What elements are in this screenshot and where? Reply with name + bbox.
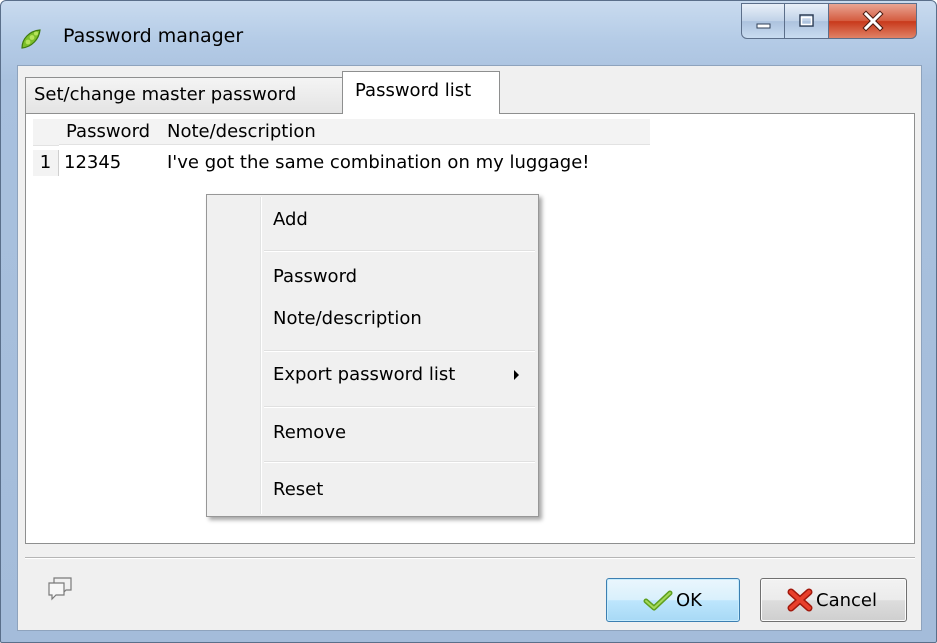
ok-button[interactable]: OK (606, 578, 740, 622)
minimize-icon (756, 23, 771, 29)
password-cell[interactable]: 12345 (64, 148, 121, 178)
menu-item-password[interactable]: Password (210, 260, 535, 294)
ok-button-label: OK (676, 589, 702, 611)
table-row[interactable]: 1 12345 I've got the same combination on… (26, 148, 726, 178)
tab-label: Password list (355, 80, 472, 101)
tab-label: Set/change master password (34, 84, 297, 105)
table-corner-header[interactable] (33, 119, 59, 146)
context-menu: Add Password Note/description Export pas… (206, 194, 539, 517)
menu-item-remove[interactable]: Remove (210, 416, 535, 450)
menu-item-label: Export password list (273, 364, 456, 385)
title-bar[interactable]: Password manager (1, 1, 936, 65)
checkmark-icon (643, 590, 673, 611)
row-number[interactable]: 1 (33, 150, 59, 176)
password-manager-window: Password manager Set/change master passw… (0, 0, 937, 643)
minimize-button[interactable] (741, 3, 785, 39)
menu-separator (264, 406, 535, 408)
close-button[interactable] (829, 3, 917, 39)
footer-divider (25, 557, 915, 559)
pea-pod-icon (21, 29, 41, 49)
menu-separator (264, 250, 535, 252)
window-title: Password manager (63, 25, 244, 47)
column-header-password[interactable]: Password (59, 119, 162, 145)
menu-icon-gutter (260, 197, 262, 514)
maximize-button[interactable] (785, 3, 829, 39)
column-header-note[interactable]: Note/description (162, 119, 650, 145)
tab-password-list[interactable]: Password list (342, 71, 500, 114)
tab-set-change-master-password[interactable]: Set/change master password (25, 77, 344, 113)
menu-item-note-description[interactable]: Note/description (210, 302, 535, 336)
cancel-button[interactable]: Cancel (760, 578, 907, 622)
submenu-arrow-icon (514, 370, 519, 380)
menu-separator (264, 461, 535, 463)
close-icon (862, 10, 884, 32)
menu-item-export-password-list[interactable]: Export password list (210, 358, 535, 392)
menu-separator (264, 350, 535, 352)
menu-item-reset[interactable]: Reset (210, 473, 535, 507)
speech-bubbles-icon[interactable] (46, 576, 74, 602)
menu-item-add[interactable]: Add (210, 203, 535, 237)
cancel-button-label: Cancel (816, 589, 877, 611)
red-x-icon (787, 588, 813, 612)
maximize-icon (799, 14, 814, 27)
note-cell[interactable]: I've got the same combination on my lugg… (167, 148, 590, 178)
